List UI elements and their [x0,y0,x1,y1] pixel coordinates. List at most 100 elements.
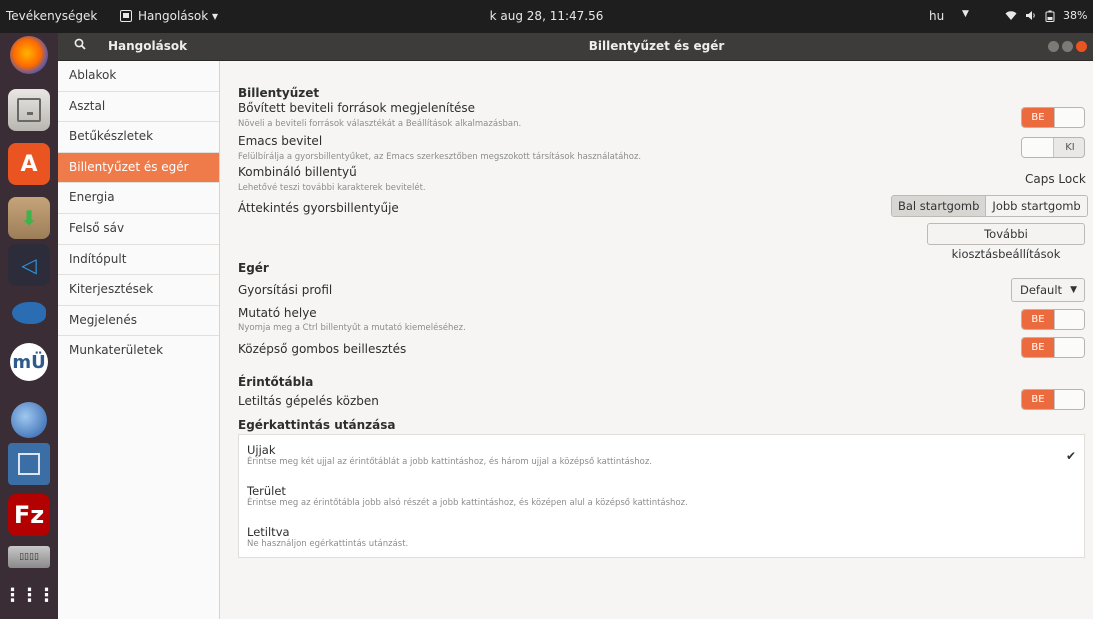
firefox-icon[interactable] [10,36,48,74]
mu-editor-icon[interactable]: mÜ [10,343,48,381]
sidebar-item-top-bar[interactable]: Felső sáv [58,214,219,245]
sidebar-item-label: Kiterjesztések [69,282,154,297]
extended-sources-label: Bővített beviteli források megjelenítése [238,101,476,115]
app-menu[interactable]: Hangolások ▾ [120,9,218,23]
option-label: Letiltva [247,525,290,539]
sidebar-item-appearance[interactable]: Megjelenés [58,306,219,337]
sidebar-item-startup[interactable]: Indítópult [58,245,219,276]
switch-knob [1054,310,1084,329]
emacs-input-desc: Felülbírálja a gyorsbillentyűket, az Ema… [238,152,642,162]
package-icon[interactable]: ⬇ [8,197,50,239]
sidebar-item-label: Munkaterületek [69,343,164,358]
activities-button[interactable]: Tevékenységek [6,9,97,23]
switch-knob [1054,390,1084,409]
middle-click-paste-label: Középső gombos beillesztés [238,342,407,356]
option-label: Ujjak [247,443,276,457]
header-bar: Hangolások Billentyűzet és egér [58,33,1093,61]
click-emulation-section-title: Egérkattintás utánzása [238,418,396,432]
sidebar-item-label: Betűkészletek [69,129,154,144]
switch-knob [1054,108,1084,127]
accel-profile-dropdown[interactable]: Default ▼ [1011,278,1085,302]
disk-utility-icon[interactable] [8,443,50,485]
file-cabinet-icon[interactable] [8,89,50,131]
app-title: Hangolások [108,39,188,53]
sidebar-item-extensions[interactable]: Kiterjesztések [58,275,219,306]
keyboard-section-title: Billentyűzet [238,86,320,100]
language-indicator[interactable]: hu [929,9,944,23]
sidebar-item-keyboard-mouse[interactable]: Billentyűzet és egér [58,152,219,184]
right-super-option[interactable]: Jobb startgomb [986,196,1087,216]
sidebar-item-label: Asztal [69,98,106,113]
minimize-button[interactable] [1048,41,1059,52]
sidebar-item-label: Energia [69,190,115,205]
additional-layout-options-button[interactable]: További kiosztásbeállítások [927,223,1085,261]
system-status-menu[interactable]: 38% ▾ [1005,9,1093,22]
dock: A ⬇ ◁ mÜ Fz ▯▯▯▯ ⋮⋮⋮ [0,33,58,619]
extended-sources-desc: Növeli a beviteli források választékát a… [238,119,522,129]
close-button[interactable] [1076,41,1087,52]
accel-profile-value: Default [1020,283,1063,297]
mouse-section-title: Egér [238,261,269,275]
app-menu-label: Hangolások ▾ [138,9,219,23]
middle-click-paste-switch[interactable]: BE [1021,337,1085,358]
search-icon[interactable] [74,38,86,54]
sidebar-item-desktop[interactable]: Asztal [58,92,219,123]
vscode-icon[interactable]: ◁ [8,244,50,286]
switch-on-label: BE [1022,310,1054,329]
switch-knob [1054,338,1084,357]
sidebar-item-workspaces[interactable]: Munkaterületek [58,336,219,367]
touchpad-section-title: Érintőtábla [238,375,314,389]
option-desc: Érintse meg két ujjal az érintőtáblát a … [247,457,652,467]
extended-sources-switch[interactable]: BE [1021,107,1085,128]
compose-key-value[interactable]: Caps Lock [1025,172,1086,186]
option-label: Terület [247,484,286,498]
sidebar-item-label: Ablakok [69,68,117,82]
wifi-icon [1005,11,1017,20]
fish-icon[interactable] [8,292,50,334]
click-emulation-option-fingers[interactable]: Ujjak Érintse meg két ujjal az érintőtáb… [247,443,1077,473]
volume-icon [1026,11,1035,20]
maximize-button[interactable] [1062,41,1073,52]
main-panel: Billentyűzet Bővített beviteli források … [220,61,1093,619]
sidebar-item-windows[interactable]: Ablakok [58,61,219,92]
compose-key-desc: Lehetővé teszi további karakterek bevite… [238,183,426,193]
option-desc: Érintse meg az érintőtábla jobb alsó rés… [247,498,688,508]
filezilla-icon[interactable]: Fz [8,494,50,536]
compose-key-label: Kombináló billentyű [238,165,357,179]
pointer-location-switch[interactable]: BE [1021,309,1085,330]
overview-shortcut-selector: Bal startgomb Jobb startgomb [891,195,1088,217]
sidebar-item-label: Indítópult [69,251,127,266]
thunderbird-icon[interactable] [8,399,50,441]
emacs-input-switch[interactable]: KI [1021,137,1085,158]
clock[interactable]: k aug 28, 11:47.56 [490,9,604,23]
click-emulation-option-disabled[interactable]: Letiltva Ne használjon egérkattintás utá… [247,525,1077,555]
emacs-input-label: Emacs bevitel [238,134,323,148]
sidebar-item-label: Megjelenés [69,312,138,327]
overview-shortcut-label: Áttekintés gyorsbillentyűje [238,201,399,215]
switch-knob [1022,138,1054,157]
switch-off-label: KI [1065,142,1075,153]
click-emulation-option-area[interactable]: Terület Érintse meg az érintőtábla jobb … [247,484,1077,514]
battery-icon [1045,10,1055,22]
left-super-option[interactable]: Bal startgomb [892,196,987,216]
switch-on-label: BE [1022,108,1054,127]
pointer-location-desc: Nyomja meg a Ctrl billentyűt a mutató ki… [238,323,466,333]
disable-while-typing-switch[interactable]: BE [1021,389,1085,410]
sidebar-item-label: Felső sáv [69,220,125,235]
top-bar: Tevékenységek Hangolások ▾ k aug 28, 11:… [0,0,1093,33]
tweaks-app-icon [120,10,132,22]
keyboard-icon[interactable]: ▯▯▯▯ [8,546,50,568]
sidebar-item-fonts[interactable]: Betűkészletek [58,122,219,153]
sidebar-item-label: Billentyűzet és egér [69,159,189,174]
switch-on-label: BE [1022,338,1054,357]
sidebar-item-power[interactable]: Energia [58,183,219,214]
switch-on-label: BE [1022,390,1054,409]
app-grid-icon[interactable]: ⋮⋮⋮ [4,575,56,617]
software-center-icon[interactable]: A [8,143,50,185]
checkmark-icon: ✔ [1066,449,1077,463]
option-desc: Ne használjon egérkattintás utánzást. [247,539,409,549]
battery-percent: 38% [1063,9,1088,22]
language-arrow-icon[interactable]: ▼ [962,9,969,19]
disable-while-typing-label: Letiltás gépelés közben [238,394,379,408]
sidebar: Ablakok Asztal Betűkészletek Billentyűze… [58,61,220,619]
